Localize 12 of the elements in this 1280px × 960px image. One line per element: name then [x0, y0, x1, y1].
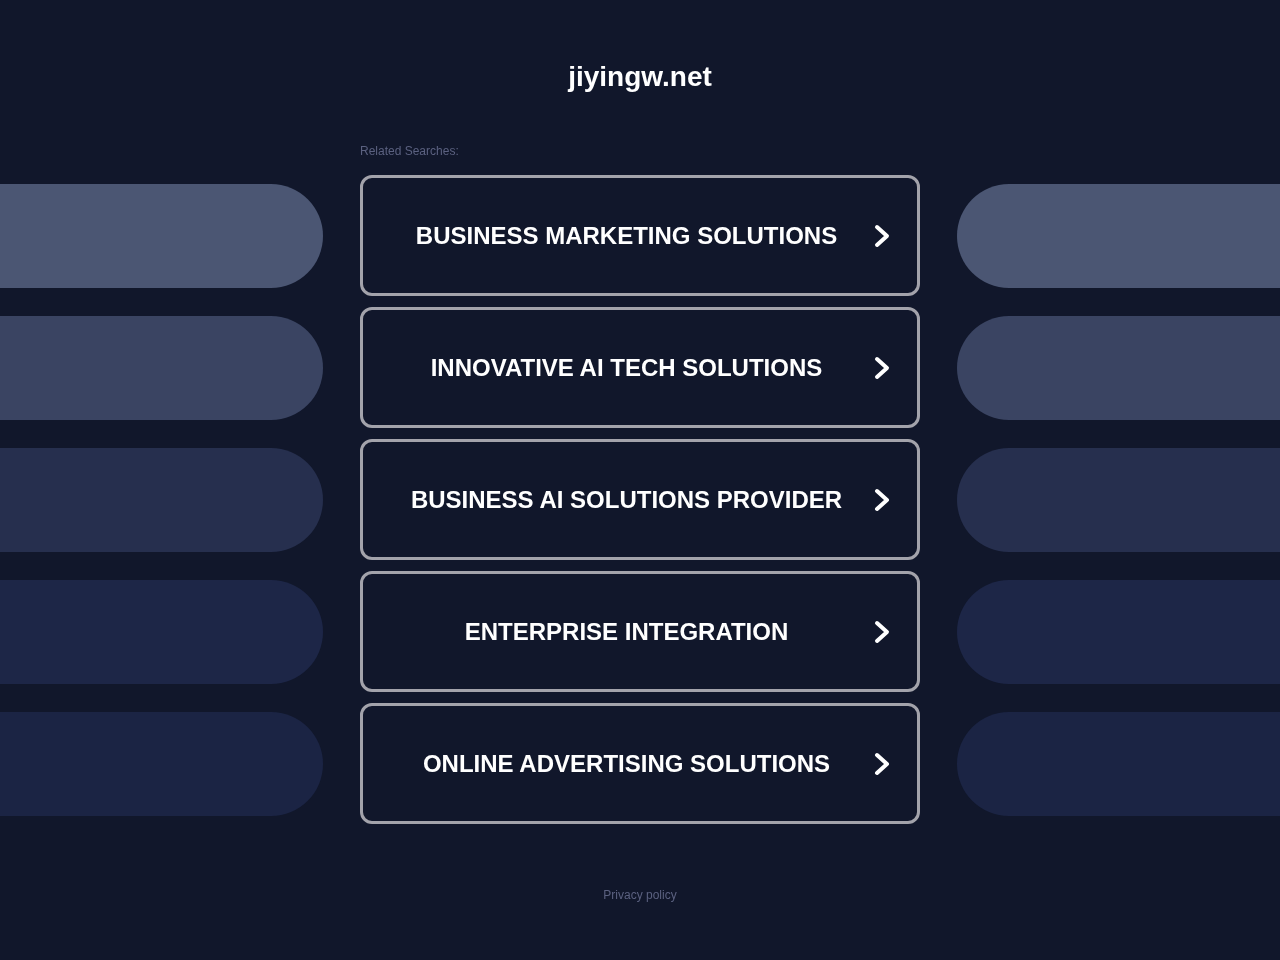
search-link[interactable]: BUSINESS MARKETING SOLUTIONS — [360, 175, 920, 296]
chevron-right-icon — [874, 223, 890, 248]
search-link[interactable]: INNOVATIVE AI TECH SOLUTIONS — [360, 307, 920, 428]
search-link[interactable]: ENTERPRISE INTEGRATION — [360, 571, 920, 692]
site-title: jiyingw.net — [566, 60, 713, 94]
related-searches-label: Related Searches: — [360, 144, 459, 158]
chevron-right-icon — [874, 619, 890, 644]
chevron-right-icon — [874, 487, 890, 512]
chevron-right-icon — [874, 355, 890, 380]
search-link[interactable]: ONLINE ADVERTISING SOLUTIONS — [360, 703, 920, 824]
search-link[interactable]: BUSINESS AI SOLUTIONS PROVIDER — [360, 439, 920, 560]
chevron-right-icon — [874, 751, 890, 776]
